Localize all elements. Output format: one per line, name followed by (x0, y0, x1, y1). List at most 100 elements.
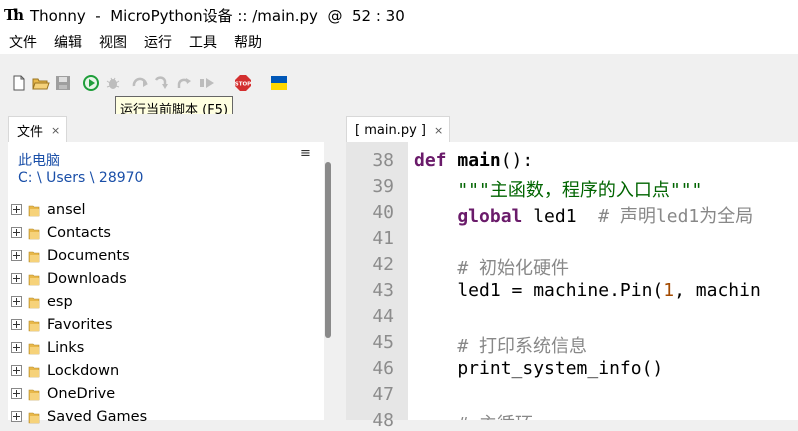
folder-icon (28, 228, 40, 239)
close-icon[interactable]: × (434, 124, 443, 137)
menu-run[interactable]: 运行 (135, 32, 180, 52)
menu-edit[interactable]: 编辑 (45, 32, 90, 52)
line-number: 46 (372, 358, 394, 379)
tree-item[interactable]: Lockdown (8, 359, 318, 382)
tree-item[interactable]: Documents (8, 244, 318, 267)
code-line: """主函数，程序的入口点""" (414, 180, 703, 201)
folder-icon (28, 274, 40, 285)
expand-icon[interactable] (11, 388, 22, 399)
code-line: global led1 # 声明led1为全局 (414, 202, 753, 228)
line-number-gutter: 38 39 40 41 42 43 44 45 46 47 48 (346, 142, 408, 431)
line-number: 38 (372, 150, 394, 171)
tree-item-label: OneDrive (47, 385, 116, 402)
new-file-icon[interactable] (8, 72, 30, 94)
comment: # 声明led1为全局 (576, 206, 754, 227)
tree-item-label: Documents (47, 247, 130, 264)
expand-icon[interactable] (11, 411, 22, 422)
tab-files[interactable]: 文件 × (8, 116, 68, 143)
tree-item[interactable]: Favorites (8, 313, 318, 336)
folder-icon (28, 251, 40, 262)
menu-file[interactable]: 文件 (0, 32, 45, 52)
line-number: 42 (372, 254, 394, 275)
line-number: 39 (372, 176, 394, 197)
expand-icon[interactable] (11, 296, 22, 307)
expand-icon[interactable] (11, 227, 22, 238)
tree-item-label: Favorites (47, 316, 113, 333)
tree-item-label: Contacts (47, 224, 111, 241)
keyword: def (414, 150, 458, 171)
title-bar: Th Thonny - MicroPython设备 :: /main.py @ … (0, 0, 798, 30)
files-panel: 文件 × 此电脑 C: \ Users \ 28970 ≡ ansel Cont… (0, 114, 338, 425)
location-link[interactable]: 此电脑 (18, 150, 60, 170)
code-text: , machin (674, 280, 761, 301)
expand-icon[interactable] (11, 342, 22, 353)
path-breadcrumb[interactable]: C: \ Users \ 28970 (18, 170, 143, 186)
expand-icon[interactable] (11, 273, 22, 284)
tab-main-py[interactable]: [ main.py ] × (346, 116, 451, 143)
resume-icon[interactable] (196, 72, 218, 94)
code-line: # 初始化硬件 (414, 258, 570, 279)
tree-item[interactable]: Saved Games (8, 405, 318, 428)
folder-icon (28, 412, 40, 423)
menu-view[interactable]: 视图 (90, 32, 135, 52)
file-browser: 此电脑 C: \ Users \ 28970 ≡ ansel Contacts … (8, 142, 332, 425)
code-line: print_system_info() (414, 358, 664, 379)
tree-item-label: Downloads (47, 270, 127, 287)
expand-icon[interactable] (11, 250, 22, 261)
code-area[interactable]: def main(): """主函数，程序的入口点""" global led1… (414, 142, 798, 420)
panel-menu-icon[interactable]: ≡ (300, 146, 311, 161)
expand-icon[interactable] (11, 365, 22, 376)
editor-panel: [ main.py ] × 38 39 40 41 42 43 44 45 46… (346, 114, 798, 431)
step-into-icon[interactable] (152, 72, 174, 94)
code-line: # 主循环 (414, 410, 533, 420)
keyword: global (414, 206, 534, 227)
menu-help[interactable]: 帮助 (225, 32, 270, 52)
tab-main-py-label: [ main.py ] (355, 122, 426, 138)
code-text: led1 (533, 206, 577, 227)
ukraine-flag-icon[interactable] (268, 72, 290, 94)
close-icon[interactable]: × (51, 124, 60, 137)
line-number: 47 (372, 384, 394, 405)
function-name: main (457, 150, 501, 171)
folder-icon (28, 297, 40, 308)
menu-tools[interactable]: 工具 (180, 32, 225, 52)
save-icon[interactable] (52, 72, 74, 94)
step-out-icon[interactable] (174, 72, 196, 94)
code-editor[interactable]: 38 39 40 41 42 43 44 45 46 47 48 def mai… (346, 142, 798, 431)
files-scrollbar[interactable] (324, 142, 332, 420)
line-number: 41 (372, 228, 394, 249)
tree-item[interactable]: Contacts (8, 221, 318, 244)
expand-icon[interactable] (11, 204, 22, 215)
code-line: led1 = machine.Pin(1, machin (414, 280, 761, 301)
run-icon[interactable] (80, 72, 102, 94)
tree-item[interactable]: esp (8, 290, 318, 313)
line-number: 45 (372, 332, 394, 353)
folder-icon (28, 366, 40, 377)
tab-files-label: 文件 (17, 124, 44, 140)
folder-icon (28, 389, 40, 400)
tree-item[interactable]: Links (8, 336, 318, 359)
scroll-thumb[interactable] (325, 162, 331, 338)
tree-item-label: Links (47, 339, 85, 356)
folder-icon (28, 205, 40, 216)
step-over-icon[interactable] (130, 72, 152, 94)
code-line: # 打印系统信息 (414, 336, 588, 357)
debug-icon[interactable] (102, 72, 124, 94)
folder-icon (28, 343, 40, 354)
file-tree: ansel Contacts Documents Downloads esp F… (8, 198, 318, 428)
tree-item[interactable]: Downloads (8, 267, 318, 290)
code-line: def main(): (414, 150, 533, 171)
stop-icon[interactable]: STOP (232, 72, 254, 94)
toolbar: STOP (0, 66, 290, 100)
expand-icon[interactable] (11, 319, 22, 330)
tree-item[interactable]: ansel (8, 198, 318, 221)
tree-item-label: esp (47, 293, 73, 310)
code-text: led1 = machine.Pin( (414, 280, 664, 301)
line-number: 44 (372, 306, 394, 327)
tree-item[interactable]: OneDrive (8, 382, 318, 405)
open-file-icon[interactable] (30, 72, 52, 94)
folder-icon (28, 320, 40, 331)
window-title: Thonny - MicroPython设备 :: /main.py @ 52 … (30, 6, 405, 25)
thonny-logo-icon: Th (4, 6, 24, 24)
tree-item-label: Saved Games (47, 408, 148, 425)
